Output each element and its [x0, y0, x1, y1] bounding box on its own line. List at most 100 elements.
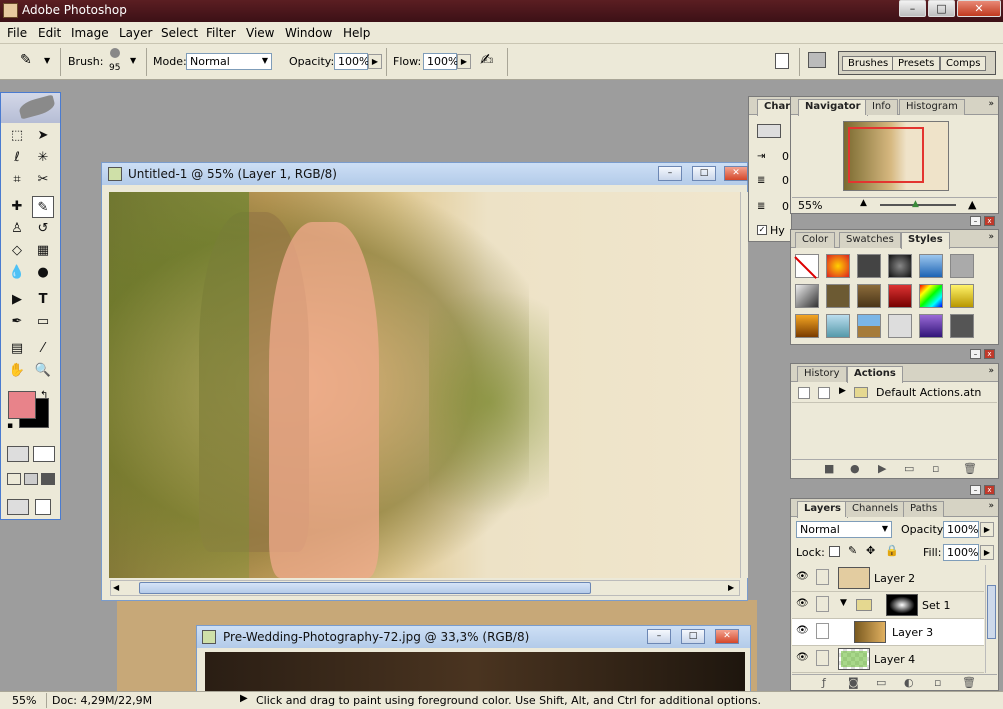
- doc-maximize-button[interactable]: □: [681, 629, 705, 644]
- tab-layers[interactable]: Layers: [797, 501, 848, 518]
- tab-styles[interactable]: Styles: [901, 232, 950, 249]
- scroll-thumb[interactable]: [987, 585, 996, 639]
- navigator-view-box[interactable]: [848, 127, 924, 183]
- layer-row-layer-2[interactable]: 👁 Layer 2: [792, 565, 984, 592]
- panel-menu-icon[interactable]: »: [988, 232, 994, 242]
- lasso-tool-icon[interactable]: ℓ: [6, 147, 28, 169]
- add-mask-icon[interactable]: ◙: [848, 676, 859, 689]
- brush-dropdown-arrow-icon[interactable]: ▼: [130, 56, 136, 65]
- style-swatch[interactable]: [950, 314, 974, 338]
- panel-close-icon[interactable]: x: [984, 216, 995, 226]
- action-set-row[interactable]: ▶ Default Actions.atn: [792, 383, 997, 403]
- slice-tool-icon[interactable]: ✂: [32, 169, 54, 191]
- blur-tool-icon[interactable]: 💧: [6, 262, 28, 284]
- default-colors-icon[interactable]: ▪: [7, 421, 13, 431]
- style-swatch[interactable]: [857, 284, 881, 308]
- align-left-icon[interactable]: [757, 124, 781, 138]
- doc-close-button[interactable]: ✕: [724, 166, 748, 181]
- layer-row-set-1[interactable]: 👁 ▼ Set 1: [792, 592, 984, 619]
- healing-brush-tool-icon[interactable]: ✚: [6, 196, 28, 218]
- link-toggle[interactable]: [816, 569, 829, 585]
- flow-input[interactable]: 100%: [423, 53, 458, 70]
- style-swatch[interactable]: [826, 314, 850, 338]
- menu-view[interactable]: View: [246, 26, 274, 40]
- standard-mode-icon[interactable]: [7, 446, 29, 462]
- mode-select[interactable]: Normal ▼: [186, 53, 272, 70]
- doc-close-button[interactable]: ✕: [715, 629, 739, 644]
- gradient-tool-icon[interactable]: ▦: [32, 240, 54, 262]
- doc-minimize-button[interactable]: –: [647, 629, 671, 644]
- tab-actions[interactable]: Actions: [847, 366, 903, 383]
- brush-tip-icon[interactable]: [110, 48, 120, 58]
- tab-channels[interactable]: Channels: [845, 501, 906, 517]
- action-toggle-checkbox[interactable]: [798, 387, 810, 399]
- horizontal-scrollbar[interactable]: ◀ ▶: [110, 580, 740, 596]
- action-dialog-toggle[interactable]: [818, 387, 830, 399]
- visibility-eye-icon[interactable]: 👁: [796, 625, 810, 637]
- lock-all-icon[interactable]: 🔒: [885, 544, 899, 557]
- magic-wand-tool-icon[interactable]: ✳: [32, 147, 54, 169]
- record-icon[interactable]: ●: [850, 462, 860, 475]
- visibility-eye-icon[interactable]: 👁: [796, 652, 810, 664]
- dodge-tool-icon[interactable]: ●: [32, 262, 54, 284]
- panel-minimize-icon[interactable]: –: [970, 485, 981, 495]
- hyphenate-checkbox[interactable]: ✓: [757, 225, 767, 235]
- notes-tool-icon[interactable]: ▤: [6, 338, 28, 360]
- style-swatch[interactable]: [795, 314, 819, 338]
- panel-menu-icon[interactable]: »: [988, 501, 994, 511]
- zoom-slider-thumb[interactable]: ▲: [912, 199, 919, 209]
- layer-style-icon[interactable]: ƒ: [822, 676, 826, 689]
- minimize-button[interactable]: –: [899, 0, 926, 17]
- zoom-tool-icon[interactable]: 🔍: [32, 360, 54, 382]
- scroll-thumb[interactable]: [139, 582, 591, 594]
- new-layer-icon[interactable]: ▫: [934, 676, 941, 689]
- menu-window[interactable]: Window: [285, 26, 332, 40]
- style-swatch[interactable]: [919, 314, 943, 338]
- visibility-eye-icon[interactable]: 👁: [796, 598, 810, 610]
- panel-close-icon[interactable]: x: [984, 485, 995, 495]
- navigator-zoom-value[interactable]: 55%: [798, 199, 822, 212]
- foreground-color-swatch[interactable]: [8, 391, 36, 419]
- shape-tool-icon[interactable]: ▭: [32, 311, 54, 333]
- layers-scrollbar[interactable]: [985, 565, 997, 673]
- new-set-icon[interactable]: ▭: [904, 462, 914, 475]
- stop-icon[interactable]: ■: [824, 462, 834, 475]
- menu-edit[interactable]: Edit: [38, 26, 61, 40]
- history-brush-tool-icon[interactable]: ↺: [32, 218, 54, 240]
- lock-image-icon[interactable]: ✎: [848, 544, 857, 557]
- tab-info[interactable]: Info: [865, 99, 898, 115]
- adjustment-layer-icon[interactable]: ◐: [904, 676, 914, 689]
- screen-mode-full-menu-icon[interactable]: [24, 473, 38, 485]
- lock-position-icon[interactable]: ✥: [866, 544, 875, 557]
- screen-mode-full-icon[interactable]: [41, 473, 55, 485]
- tab-color[interactable]: Color: [795, 232, 836, 248]
- style-swatch[interactable]: [826, 284, 850, 308]
- zoom-in-icon[interactable]: ▲: [968, 198, 976, 211]
- move-tool-icon[interactable]: ➤: [32, 125, 54, 147]
- layer-opacity-arrow-icon[interactable]: ▶: [980, 522, 994, 537]
- menu-help[interactable]: Help: [343, 26, 370, 40]
- zoom-out-icon[interactable]: ▲: [860, 198, 867, 208]
- menu-file[interactable]: File: [7, 26, 27, 40]
- style-swatch[interactable]: [950, 284, 974, 308]
- blend-mode-select[interactable]: Normal ▼: [796, 521, 892, 538]
- jump-to-imageready-icon[interactable]: [7, 499, 29, 515]
- marquee-tool-icon[interactable]: ⬚: [6, 125, 28, 147]
- menu-select[interactable]: Select: [161, 26, 198, 40]
- status-zoom[interactable]: 55%: [12, 694, 36, 707]
- link-toggle[interactable]: [816, 596, 829, 612]
- layer-row-layer-3[interactable]: 👁 Layer 3: [792, 619, 984, 646]
- panel-menu-icon[interactable]: »: [988, 366, 994, 376]
- well-tab-comps[interactable]: Comps: [940, 56, 987, 71]
- style-swatch[interactable]: [919, 254, 943, 278]
- space-after-value[interactable]: 0: [782, 200, 789, 213]
- preset-dropdown-arrow-icon[interactable]: ▼: [44, 56, 50, 65]
- path-selection-tool-icon[interactable]: ▶: [6, 289, 28, 311]
- doc-minimize-button[interactable]: –: [658, 166, 682, 181]
- status-menu-arrow-icon[interactable]: ▶: [240, 693, 248, 704]
- crop-tool-icon[interactable]: ⌗: [6, 169, 28, 191]
- eraser-tool-icon[interactable]: ◇: [6, 240, 28, 262]
- airbrush-icon[interactable]: ✍: [480, 50, 493, 69]
- link-toggle[interactable]: [816, 623, 829, 639]
- link-toggle[interactable]: [816, 650, 829, 666]
